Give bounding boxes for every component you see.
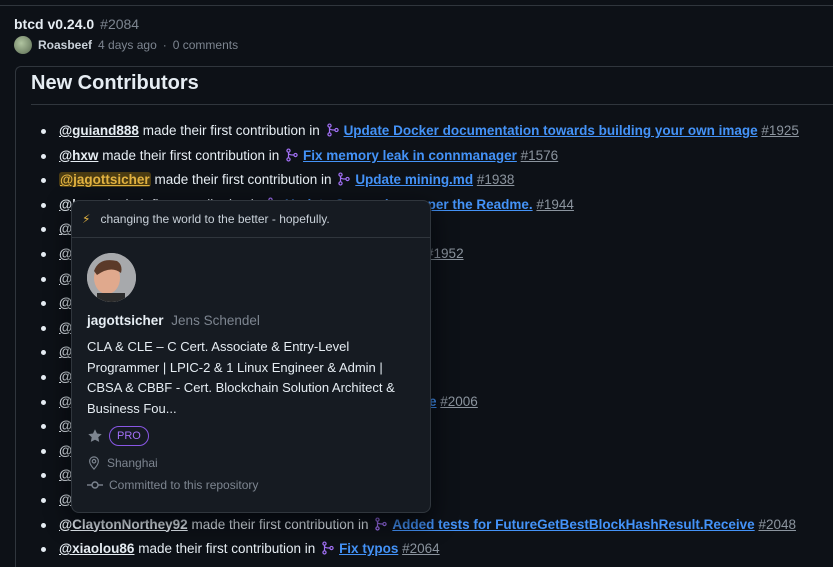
user-hovercard: ⚡ changing the world to the better - hop… xyxy=(71,200,431,513)
contribution-text: made their first contribution in xyxy=(191,516,369,532)
author-avatar[interactable] xyxy=(14,36,32,54)
pr-title-link[interactable]: Fix memory leak in connmanager xyxy=(303,148,517,163)
pull-request-icon xyxy=(319,541,339,556)
hovercard-bio: CLA & CLE – C Cert. Associate & Entry-Le… xyxy=(87,339,395,416)
top-divider xyxy=(0,5,833,6)
hovercard-committed: Committed to this repository xyxy=(87,478,258,492)
pr-title-link[interactable]: Update mining.md xyxy=(355,172,473,187)
contribution-text: made their first contribution in xyxy=(154,172,332,188)
pull-request-icon xyxy=(324,123,344,138)
release-meta: Roasbeef 4 days ago · 0 comments xyxy=(14,36,238,54)
committed-text: Committed to this repository xyxy=(109,478,259,492)
pr-title-link[interactable]: Added tests for FutureGetBestBlockHashRe… xyxy=(392,517,754,532)
pr-title-link[interactable]: Fix typos xyxy=(339,541,398,556)
pr-title-link[interactable]: Update Docker documentation towards buil… xyxy=(344,123,758,138)
git-commit-icon xyxy=(87,481,103,489)
contributor-user-link[interactable]: @hxw xyxy=(59,148,98,163)
hovercard-badges: PRO xyxy=(87,426,149,446)
status-text: changing the world to the better - hopef… xyxy=(100,212,330,226)
meta-separator: · xyxy=(162,38,167,52)
contributor-item: @ClaytonNorthey92 made their first contr… xyxy=(41,515,833,540)
contributor-item: @jagottsicher made their first contribut… xyxy=(41,170,833,195)
pull-request-icon xyxy=(372,516,392,532)
hovercard-fullname: Jens Schendel xyxy=(171,313,260,328)
hovercard-names: jagottsicher Jens Schendel xyxy=(87,313,260,328)
section-title: New Contributors xyxy=(31,72,199,94)
hovercard-login[interactable]: jagottsicher xyxy=(87,313,164,328)
release-title[interactable]: btcd v0.24.0 xyxy=(14,16,94,32)
pr-number-link[interactable]: #1938 xyxy=(477,172,515,187)
pr-number-link[interactable]: #1952 xyxy=(426,246,464,261)
pr-number-link[interactable]: #2064 xyxy=(402,541,440,556)
section-divider xyxy=(31,104,833,105)
contribution-text: made their first contribution in xyxy=(142,123,320,138)
zap-icon: ⚡ xyxy=(82,212,91,226)
hovercard-avatar[interactable] xyxy=(87,253,136,302)
contributor-item: @hxw made their first contribution in Fi… xyxy=(41,146,833,171)
contributor-item: @guiand888 made their first contribution… xyxy=(41,121,833,146)
contributor-user-link[interactable]: @jagottsicher xyxy=(59,172,151,188)
pr-number-link[interactable]: #1925 xyxy=(761,123,799,138)
pull-request-icon xyxy=(335,172,355,187)
pr-number-link[interactable]: #2048 xyxy=(758,517,796,532)
contributor-user-link[interactable]: @ClaytonNorthey92 xyxy=(59,517,188,532)
location-text: Shanghai xyxy=(107,456,158,470)
contributor-user-link[interactable]: @xiaolou86 xyxy=(59,541,134,556)
pr-number-link[interactable]: #2006 xyxy=(440,394,478,409)
pr-number-link[interactable]: #1944 xyxy=(536,197,574,212)
contribution-text: made their first contribution in xyxy=(102,147,280,163)
contribution-text: made their first contribution in xyxy=(138,541,316,557)
hovercard-status: ⚡ changing the world to the better - hop… xyxy=(72,201,430,238)
release-time[interactable]: 4 days ago xyxy=(98,38,157,52)
hovercard-location: Shanghai xyxy=(87,456,158,470)
release-title-row: btcd v0.24.0 #2084 xyxy=(14,16,238,32)
comments-link[interactable]: 0 comments xyxy=(173,38,238,52)
location-icon xyxy=(89,456,99,470)
release-number: #2084 xyxy=(100,16,140,32)
contributor-user-link[interactable]: @guiand888 xyxy=(59,123,139,138)
release-header: btcd v0.24.0 #2084 Roasbeef 4 days ago ·… xyxy=(14,16,238,54)
pull-request-icon xyxy=(283,148,303,163)
author-link[interactable]: Roasbeef xyxy=(38,38,92,52)
pro-badge[interactable]: PRO xyxy=(109,426,149,446)
pr-number-link[interactable]: #1576 xyxy=(521,148,559,163)
star-icon xyxy=(88,429,102,442)
